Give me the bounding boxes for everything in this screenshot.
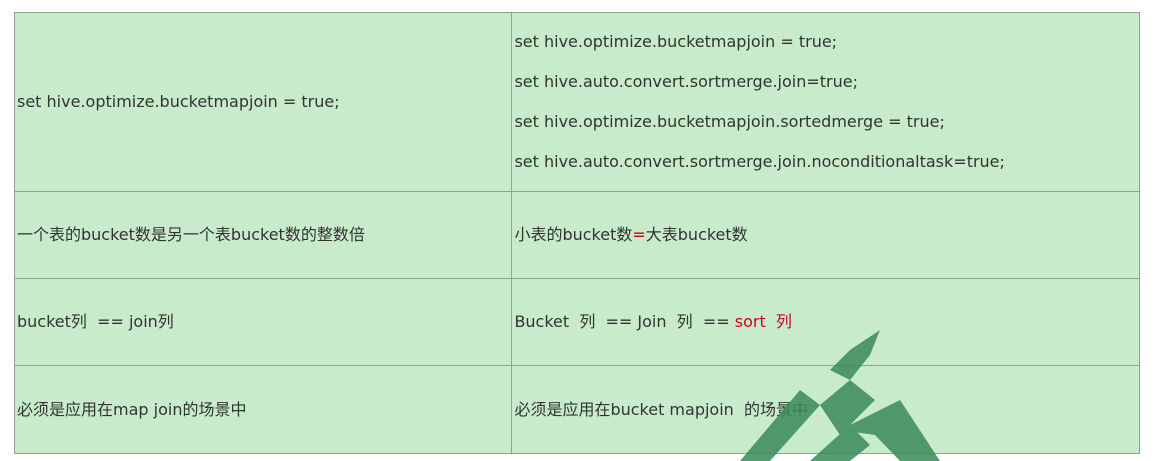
cell-text: 必须是应用在bucket mapjoin 的场景中 [514,399,808,419]
comparison-table: set hive.optimize.bucketmapjoin = true; … [13,12,1140,454]
cell-left-scenario: 必须是应用在map join的场景中 [13,365,513,454]
cell-text: 一个表的bucket数是另一个表bucket数的整数倍 [17,225,365,244]
table-row: 必须是应用在map join的场景中 必须是应用在bucket mapjoin … [13,365,1140,454]
cell-text: 必须是应用在map join的场景中 [17,399,247,419]
cell-left-bucket-column: bucket列 == join列 [13,278,513,366]
cell-text: bucket列 == join列 [17,312,174,331]
cell-right-settings: set hive.optimize.bucketmapjoin = true; … [511,12,1140,192]
table-row: set hive.optimize.bucketmapjoin = true; … [13,12,1140,192]
cell-text-suffix: 大表bucket数 [645,225,748,244]
cell-text-prefix: 小表的bucket数 [514,225,633,244]
sort-column-highlight: sort 列 [734,312,792,331]
cell-text: set hive.optimize.bucketmapjoin = true; [17,92,340,111]
equals-symbol: = [632,225,646,244]
table-row: bucket列 == join列 Bucket 列 == Join 列 == s… [13,278,1140,366]
setting-line: set hive.optimize.bucketmapjoin = true; [514,32,838,51]
cell-left-bucket-count: 一个表的bucket数是另一个表bucket数的整数倍 [13,191,513,279]
setting-line: set hive.auto.convert.sortmerge.join=tru… [514,72,858,91]
table-row: 一个表的bucket数是另一个表bucket数的整数倍 小表的bucket数=大… [13,191,1140,279]
setting-line: set hive.auto.convert.sortmerge.join.noc… [514,152,1005,171]
cell-right-bucket-count: 小表的bucket数=大表bucket数 [511,191,1140,279]
cell-right-bucket-column: Bucket 列 == Join 列 == sort 列 [511,278,1140,366]
cell-left-settings: set hive.optimize.bucketmapjoin = true; [13,12,513,192]
cell-right-scenario: 必须是应用在bucket mapjoin 的场景中 [511,365,1140,454]
cell-text-prefix: Bucket 列 == Join 列 == [514,312,735,331]
setting-line: set hive.optimize.bucketmapjoin.sortedme… [514,112,945,131]
